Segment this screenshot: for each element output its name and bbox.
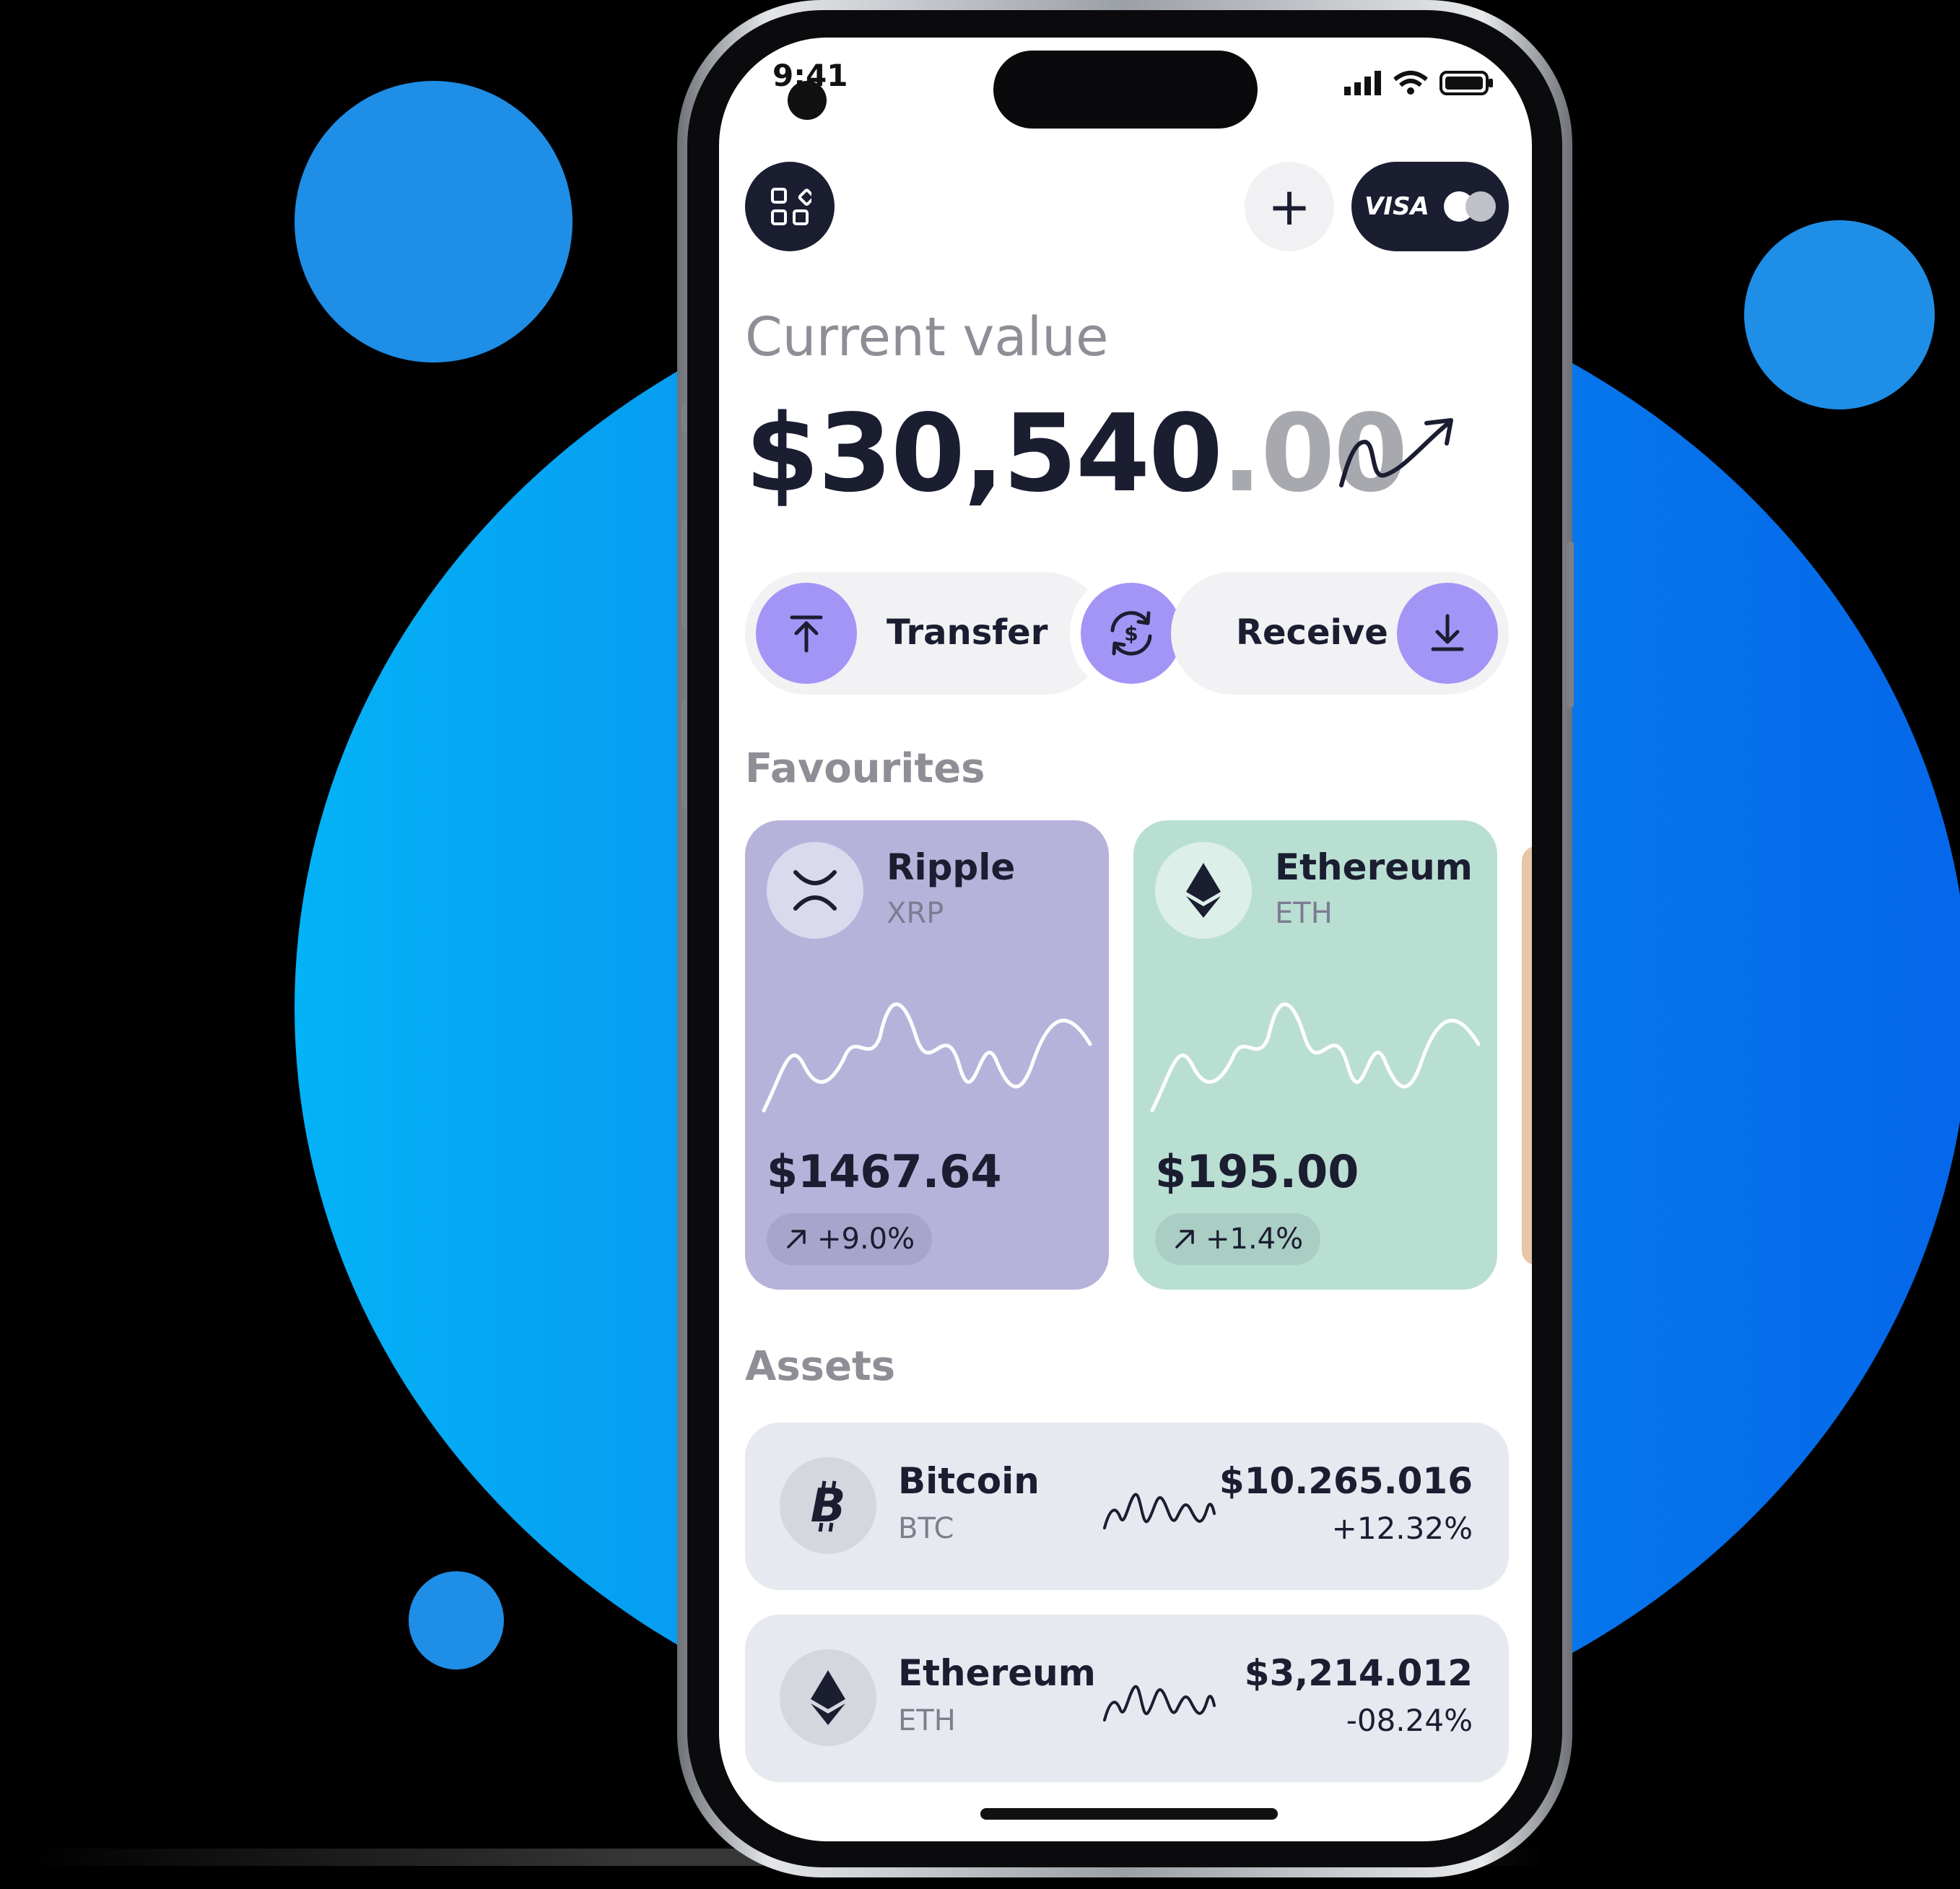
svg-text:$: $ <box>1124 622 1138 646</box>
mastercard-icon <box>1443 191 1496 222</box>
upload-arrow-icon <box>790 615 823 653</box>
favourite-card-next[interactable] <box>1522 846 1532 1265</box>
decor-circle <box>1744 220 1935 409</box>
favourite-symbol: XRP <box>887 897 944 930</box>
ethereum-sparkline <box>1150 1002 1481 1113</box>
favourite-card-ethereum[interactable]: Ethereum ETH $195.00 +1.4% <box>1133 820 1497 1290</box>
bitcoin-sparkline <box>1103 1493 1216 1529</box>
favourite-price: $1467.64 <box>767 1145 1002 1198</box>
favourite-change-badge: +9.0% <box>767 1213 933 1265</box>
phone-power-button <box>1567 542 1574 708</box>
decor-circle <box>409 1571 504 1669</box>
favourite-change: +9.0% <box>817 1223 915 1256</box>
dynamic-island <box>993 51 1258 129</box>
bitcoin-icon: B <box>811 1480 846 1533</box>
favourites-title: Favourites <box>745 745 985 792</box>
transfer-icon-circle <box>756 583 857 684</box>
phone-screen: 9:41 + VISA Current value $30,540.00 Tra… <box>719 38 1532 1841</box>
decor-circle <box>295 81 572 362</box>
favourite-price: $195.00 <box>1155 1145 1359 1198</box>
svg-text:B: B <box>811 1480 846 1533</box>
trend-up-icon <box>1339 418 1453 487</box>
ethereum-asset-sparkline <box>1103 1685 1216 1721</box>
asset-name: Bitcoin <box>898 1460 1040 1502</box>
favourite-change-badge: +1.4% <box>1155 1213 1321 1265</box>
front-camera <box>788 81 827 120</box>
coin-icon-circle <box>767 842 863 939</box>
home-indicator[interactable] <box>980 1808 1278 1820</box>
receive-label: Receive <box>1236 612 1388 653</box>
asset-price: $10.265.016 <box>1219 1460 1473 1502</box>
status-icons <box>1344 68 1496 100</box>
ethereum-icon <box>1186 863 1221 918</box>
plus-icon: + <box>1267 176 1312 237</box>
favourite-card-ripple[interactable]: Ripple XRP $1467.64 +9.0% <box>745 820 1109 1290</box>
transfer-button[interactable]: Transfer <box>745 572 1106 695</box>
arrow-up-right-icon <box>1175 1230 1194 1249</box>
current-value-amount: $30,540.00 <box>745 391 1408 516</box>
asset-change: +12.32% <box>1331 1511 1473 1546</box>
asset-symbol: BTC <box>898 1512 954 1545</box>
assets-title: Assets <box>745 1343 896 1390</box>
value-main: $30,540 <box>745 391 1223 516</box>
asset-change: -08.24% <box>1346 1703 1473 1738</box>
download-arrow-icon <box>1431 614 1464 651</box>
visa-logo: VISA <box>1364 192 1429 221</box>
exchange-button[interactable]: $ <box>1081 583 1182 684</box>
coin-icon-circle: B <box>780 1457 876 1554</box>
ripple-xrp-icon <box>793 870 837 911</box>
receive-icon-circle <box>1397 583 1498 684</box>
asset-row-ethereum[interactable]: Ethereum ETH $3,214.012 -08.24% <box>745 1615 1509 1782</box>
favourite-name: Ripple <box>887 846 1016 888</box>
grid-menu-icon <box>771 188 811 225</box>
receive-button[interactable]: Receive <box>1171 572 1509 695</box>
coin-icon-circle <box>780 1649 876 1746</box>
current-value-label: Current value <box>745 306 1109 368</box>
asset-price: $3,214.012 <box>1244 1652 1473 1694</box>
currency-exchange-icon: $ <box>1110 611 1152 656</box>
payment-cards-button[interactable]: VISA <box>1351 162 1509 251</box>
favourite-name: Ethereum <box>1275 846 1473 888</box>
coin-icon-circle <box>1155 842 1252 939</box>
asset-name: Ethereum <box>898 1652 1096 1694</box>
favourite-symbol: ETH <box>1275 897 1333 930</box>
ripple-sparkline <box>762 1002 1092 1113</box>
add-button[interactable]: + <box>1245 162 1334 251</box>
ethereum-icon <box>811 1670 845 1725</box>
transfer-label: Transfer <box>887 612 1048 653</box>
asset-symbol: ETH <box>898 1704 956 1737</box>
arrow-up-right-icon <box>787 1230 806 1249</box>
status-signal-wifi-battery-icon <box>1344 71 1493 95</box>
asset-row-bitcoin[interactable]: B Bitcoin BTC $10.265.016 +12.32% <box>745 1423 1509 1590</box>
menu-button[interactable] <box>745 162 835 251</box>
favourite-change: +1.4% <box>1206 1223 1304 1256</box>
